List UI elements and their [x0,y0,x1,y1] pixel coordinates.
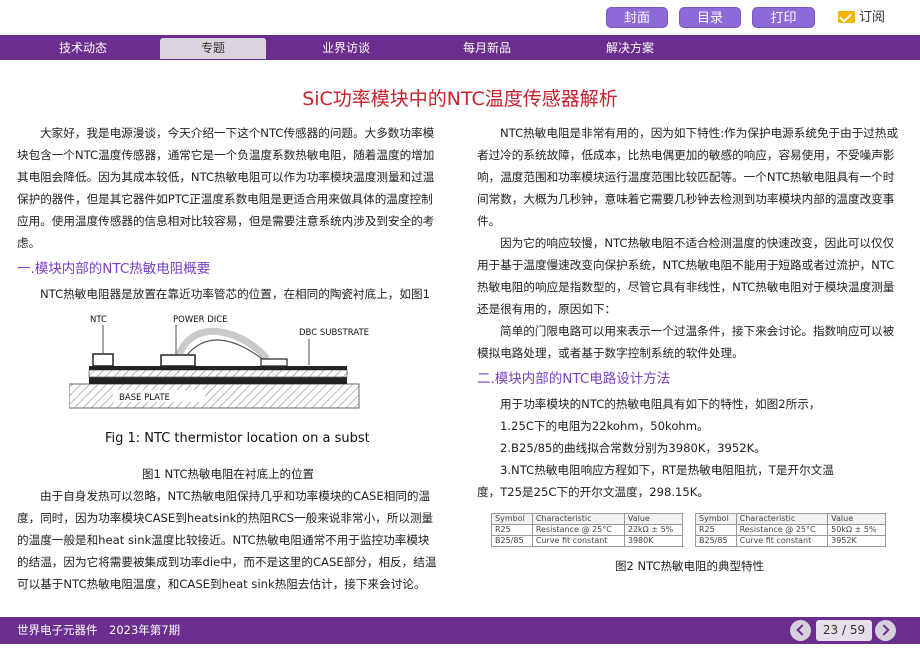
table-cell: 3980K [623,535,684,547]
mail-icon [838,10,855,23]
table-header: Characteristic [531,513,625,525]
paragraph: 由于自身发热可以忽略，NTC热敏电阻保持几乎和功率模块的CASE相同的温度，同时… [17,489,437,591]
table-header: Value [623,513,684,525]
paragraph: 用于功率模块的NTC的热敏电阻具有如下的特性，如图2所示， [500,397,821,411]
table-cell: 22kΩ ± 5% [623,524,684,536]
table-cell: Curve fit constant [735,535,829,547]
nav-bar: 技术动态 专题 业界访谈 每月新品 解决方案 [0,35,920,60]
spec-table-22k: Symbol Characteristic Value R25 Resistan… [491,513,684,547]
table-cell: B25/85 [491,535,533,547]
table-cell: R25 [491,524,533,536]
nav-item-tech-news[interactable]: 技术动态 [30,38,136,59]
table-header: Symbol [491,513,533,525]
table-header: Value [827,513,886,525]
top-toolbar: 封面 目录 打印 订阅 [0,0,920,34]
footer-bar: 世界电子元器件 2023年第7期 23 / 59 [0,617,920,644]
table-cell: R25 [695,524,737,536]
paragraph: 因为它的响应较慢，NTC热敏电阻不适合检测温度的快速改变，因此可以仅仅用于基于温… [477,236,895,316]
right-column: NTC热敏电阻是非常有用的，因为如下特性:作为保护电源系统免于由于过热或者过冷的… [477,122,902,577]
page-number: 23 / 59 [816,620,872,641]
article-title: SiC功率模块中的NTC温度传感器解析 [302,88,618,110]
list-item: 2.B25/85的曲线拟合常数分别为3980K，3952K。 [500,441,766,455]
nav-item-interviews[interactable]: 业界访谈 [293,38,399,59]
subscribe-label: 订阅 [859,10,886,25]
base-plate-label: BASE PLATE [119,393,170,403]
table-cell: Resistance @ 25°C [531,524,625,536]
table-cell: Curve fit constant [531,535,625,547]
list-item: 3.NTC热敏电阻响应方程如下，RT是热敏电阻阻抗，T是开尔文温 [500,463,834,477]
section-heading-1: 一.模块内部的NTC热敏电阻概要 [17,261,211,277]
table-row: B25/85 Curve fit constant 3980K [491,535,684,547]
pager: 23 / 59 [790,620,896,641]
spec-table-50k: Symbol Characteristic Value R25 Resistan… [695,513,886,547]
power-dice-label: POWER DICE [173,315,228,325]
table-of-contents-button[interactable]: 目录 [679,7,741,28]
ntc-substrate-diagram: BASE PLATE NTC POWER DICE DBC SUBSTRATE … [68,315,388,446]
figure-1: BASE PLATE NTC POWER DICE DBC SUBSTRATE … [68,311,388,461]
figure-1-inner-caption: Fig 1: NTC thermistor location on a subs… [105,431,369,446]
table-cell: 50kΩ ± 5% [827,524,886,536]
table-header: Characteristic [735,513,829,525]
table-cell: Resistance @ 25°C [735,524,829,536]
paragraph: 度，T25是25C下的开尔文温度，298.15K。 [477,485,709,499]
paragraph: NTC热敏电阻器是放置在靠近功率管芯的位置，在相同的陶瓷衬底上，如图1 [40,287,430,301]
nav-item-special-topic[interactable]: 专题 [160,38,266,59]
cover-button[interactable]: 封面 [606,7,668,28]
print-button[interactable]: 打印 [752,7,815,28]
table-row: R25 Resistance @ 25°C 50kΩ ± 5% [695,524,886,536]
list-item: 1.25C下的电阻为22kohm，50kohm。 [500,419,709,433]
next-page-button[interactable] [875,620,896,641]
section-heading-2: 二.模块内部的NTC电路设计方法 [477,371,671,387]
figure-1-caption: 图1 NTC热敏电阻在衬底上的位置 [142,467,314,481]
nav-item-monthly-products[interactable]: 每月新品 [434,38,540,59]
left-column: 大家好，我是电源漫谈，今天介绍一下这个NTC传感器的问题。大多数功率模块包含一个… [17,122,439,595]
ntc-label: NTC [90,315,107,325]
publication-info: 世界电子元器件 2023年第7期 [17,623,181,637]
figure-2-caption: 图2 NTC热敏电阻的典型特性 [615,559,764,573]
previous-page-button[interactable] [790,620,811,641]
table-cell: B25/85 [695,535,737,547]
table-row: R25 Resistance @ 25°C 22kΩ ± 5% [491,524,684,536]
paragraph: 简单的门限电路可以用来表示一个过温条件，接下来会讨论。指数响应可以被模拟电路处理… [477,324,895,360]
subscribe-button[interactable]: 订阅 [838,8,885,28]
dbc-substrate-label: DBC SUBSTRATE [299,328,369,338]
table-row: B25/85 Curve fit constant 3952K [695,535,886,547]
nav-item-solutions[interactable]: 解决方案 [577,38,683,59]
table-cell: 3952K [827,535,886,547]
paragraph: NTC热敏电阻是非常有用的，因为如下特性:作为保护电源系统免于由于过热或者过冷的… [477,126,899,228]
table-header: Symbol [695,513,737,525]
figure-2: Symbol Characteristic Value R25 Resistan… [491,513,902,553]
intro-paragraph: 大家好，我是电源漫谈，今天介绍一下这个NTC传感器的问题。大多数功率模块包含一个… [17,126,435,250]
